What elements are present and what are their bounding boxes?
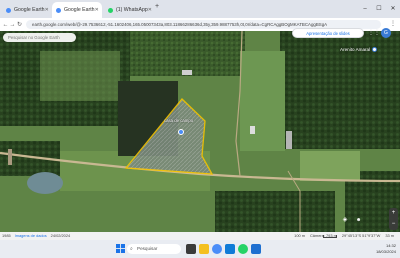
url-text: earth.google.com/web/@-29.7536612,-51.16… — [32, 22, 328, 27]
compass-icon[interactable]: ◈ — [341, 216, 349, 226]
avatar[interactable]: G — [381, 28, 391, 38]
window-controls: – ☐ ✕ — [358, 0, 400, 18]
taskbar-search[interactable]: Pesquisar — [127, 244, 181, 254]
back-icon[interactable]: ← — [2, 22, 9, 28]
tab-whatsapp[interactable]: (1) WhatsApp ✕ — [104, 2, 152, 18]
task-view-icon[interactable] — [186, 244, 196, 254]
tab-label: Google Earth — [14, 7, 45, 13]
coordinates: 29°45'13"S 51°9'37"W — [341, 233, 381, 238]
tab-label: (1) WhatsApp — [116, 7, 148, 13]
maximize-icon[interactable]: ☐ — [372, 0, 386, 18]
placemark-icon[interactable] — [178, 129, 184, 135]
presentation-label: Apresentação de slides — [306, 31, 350, 36]
imagery-date: 24/02/2024 — [50, 233, 71, 238]
whatsapp-icon[interactable] — [238, 244, 248, 254]
file-explorer-icon[interactable] — [199, 244, 209, 254]
close-tab-icon[interactable]: ✕ — [95, 7, 99, 13]
scale-label: 100 m — [294, 233, 305, 238]
status-right: 100 m Câmera: 793 m 29°45'13"S 51°9'37"W… — [294, 232, 394, 240]
earth-search-input[interactable]: Pesquisar no Google Earth — [3, 33, 76, 42]
zoom-control: + − — [389, 208, 398, 230]
tab-google-earth-2[interactable]: Google Earth ✕ — [52, 2, 102, 18]
poi-label: Arenito Amaral — [340, 47, 371, 52]
close-tab-icon[interactable]: ✕ — [45, 7, 49, 13]
polygon-label-text: casa de campo — [164, 118, 194, 123]
browser-menu-icon[interactable]: ⋮ — [390, 19, 396, 30]
taskbar-clock[interactable]: 14:32 18/03/2024 — [376, 243, 396, 255]
status-left: 1985 Imagens de dados 24/02/2024 — [2, 232, 70, 240]
polygon-label[interactable]: casa de campo — [164, 118, 193, 123]
windows-start-icon[interactable] — [116, 244, 125, 253]
pegman-icon[interactable]: ☻ — [356, 217, 361, 223]
forward-icon[interactable]: → — [9, 22, 16, 28]
zoom-in-icon[interactable]: + — [389, 208, 398, 219]
camera-altitude: Câmera: 793 m — [310, 233, 337, 238]
whatsapp-favicon-icon — [108, 7, 113, 13]
edge-icon[interactable] — [225, 244, 235, 254]
minimize-icon[interactable]: – — [358, 0, 372, 18]
taskbar-search-label: Pesquisar — [137, 246, 158, 251]
close-tab-icon[interactable]: ✕ — [148, 7, 152, 13]
avatar-letter: G — [384, 30, 388, 36]
word-icon[interactable] — [251, 244, 261, 254]
close-window-icon[interactable]: ✕ — [386, 0, 400, 18]
zoom-out-icon[interactable]: − — [389, 219, 398, 230]
poi-marker[interactable]: Arenito Amaral — [340, 47, 378, 52]
apps-grid-icon[interactable]: ⋮⋮ — [368, 29, 380, 37]
presentation-button[interactable]: Apresentação de slides — [292, 28, 364, 38]
new-tab-icon[interactable]: + — [155, 3, 159, 10]
search-icon: ⌕ — [130, 246, 133, 252]
elevation: 33 m — [385, 233, 394, 238]
chrome-icon[interactable] — [212, 244, 222, 254]
tab-label: Google Earth — [64, 7, 95, 13]
tab-google-earth-1[interactable]: Google Earth ✕ — [2, 2, 50, 18]
earth-favicon-icon — [6, 7, 11, 13]
reload-icon[interactable]: ↻ — [16, 21, 23, 28]
location-pin-icon — [372, 47, 378, 52]
clock-date: 18/03/2024 — [375, 249, 396, 254]
search-placeholder: Pesquisar no Google Earth — [8, 35, 60, 40]
imagery-year: 1985 — [2, 233, 11, 238]
nav-buttons: ← → ↻ — [2, 18, 23, 31]
earth-favicon-icon — [56, 7, 61, 13]
satellite-map[interactable] — [0, 31, 400, 232]
imagery-label[interactable]: Imagens de dados — [15, 232, 47, 240]
